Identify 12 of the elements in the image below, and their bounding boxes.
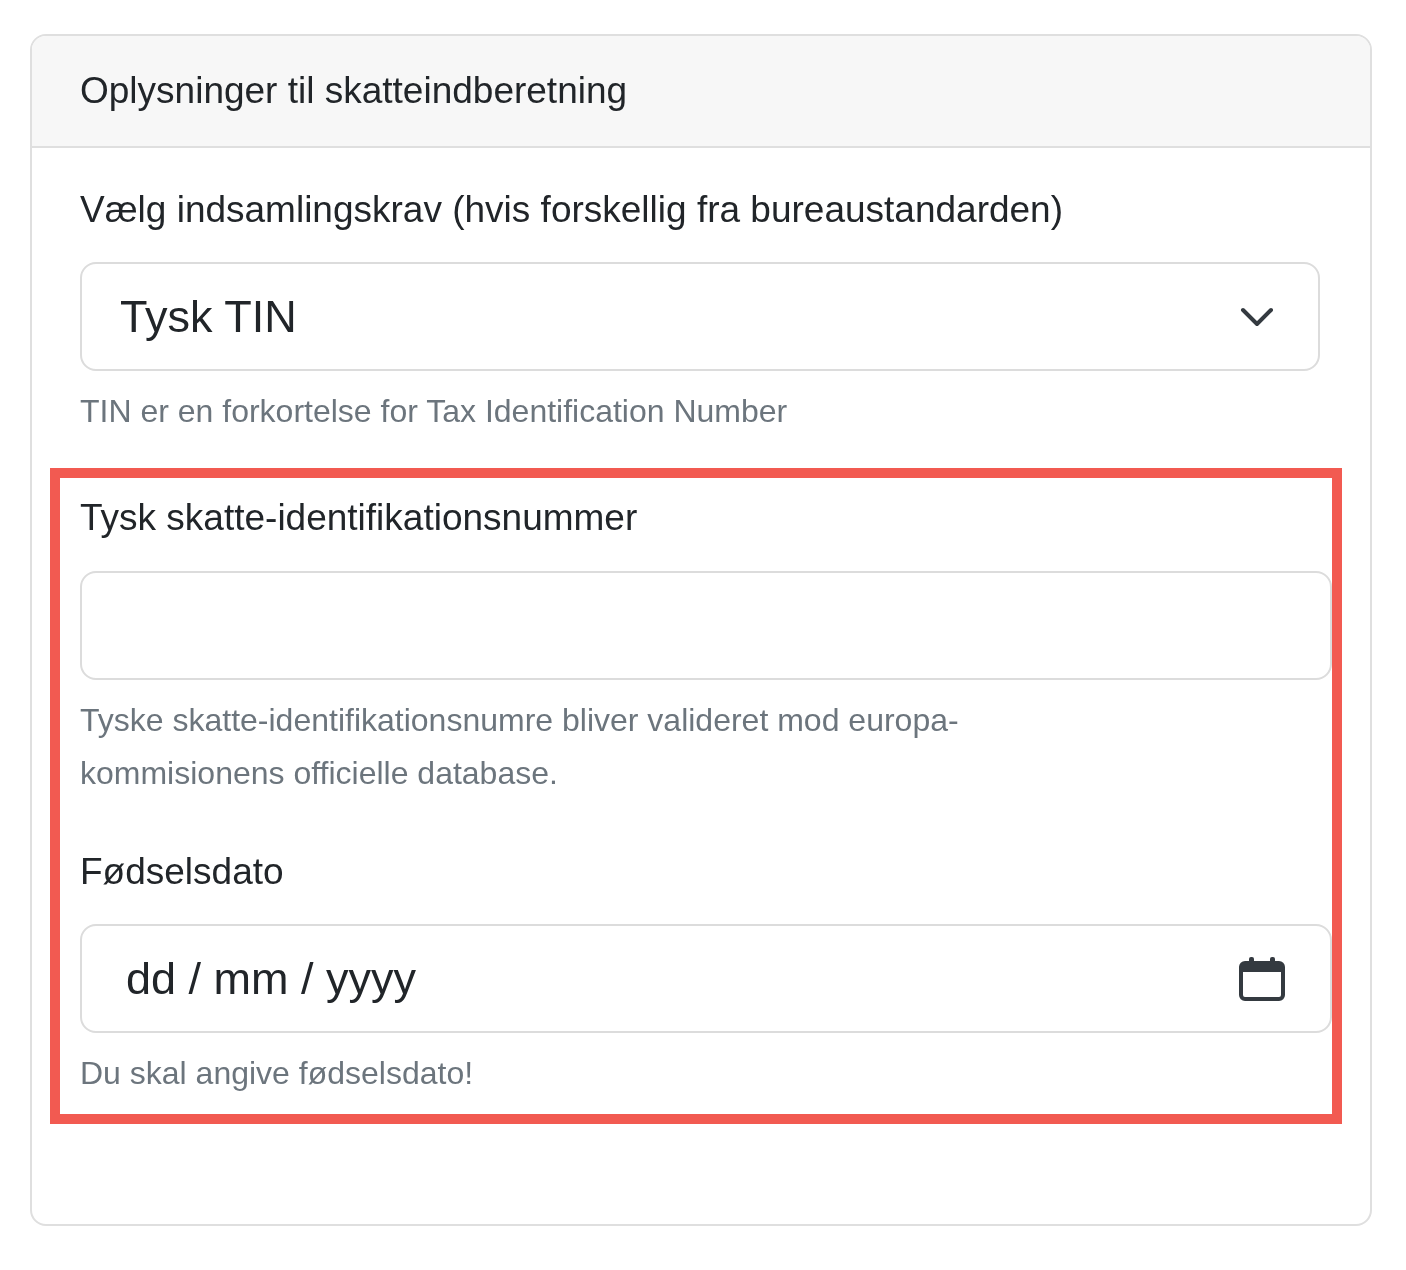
help-text: TIN er en forkortelse for Tax Identification Number — [80, 392, 789, 432]
field-label: Fødselsdato — [80, 849, 285, 894]
field-label: Tysk skatte-identifikationsnummer — [80, 496, 639, 541]
requirement-dropdown[interactable]: Tysk TIN — [80, 262, 1320, 372]
date-field[interactable]: dd / mm / yyyy — [80, 924, 1332, 1034]
field-label: Vælg indsamlingskrav (hvis forskellig fra bureaustandarden) — [80, 188, 1064, 232]
chevron-down-icon — [1240, 306, 1274, 327]
help-text: Du skal angive fødselsdato! — [80, 1054, 475, 1094]
help-text: Tyske skatte-identifikationsnumre bliver valideret mod europa-kommisionens officielle database. — [80, 700, 960, 793]
calendar-icon — [1238, 955, 1286, 1002]
card-title: Oplysninger til skatteindberetning — [32, 36, 1370, 148]
input-field[interactable] — [80, 570, 1332, 680]
